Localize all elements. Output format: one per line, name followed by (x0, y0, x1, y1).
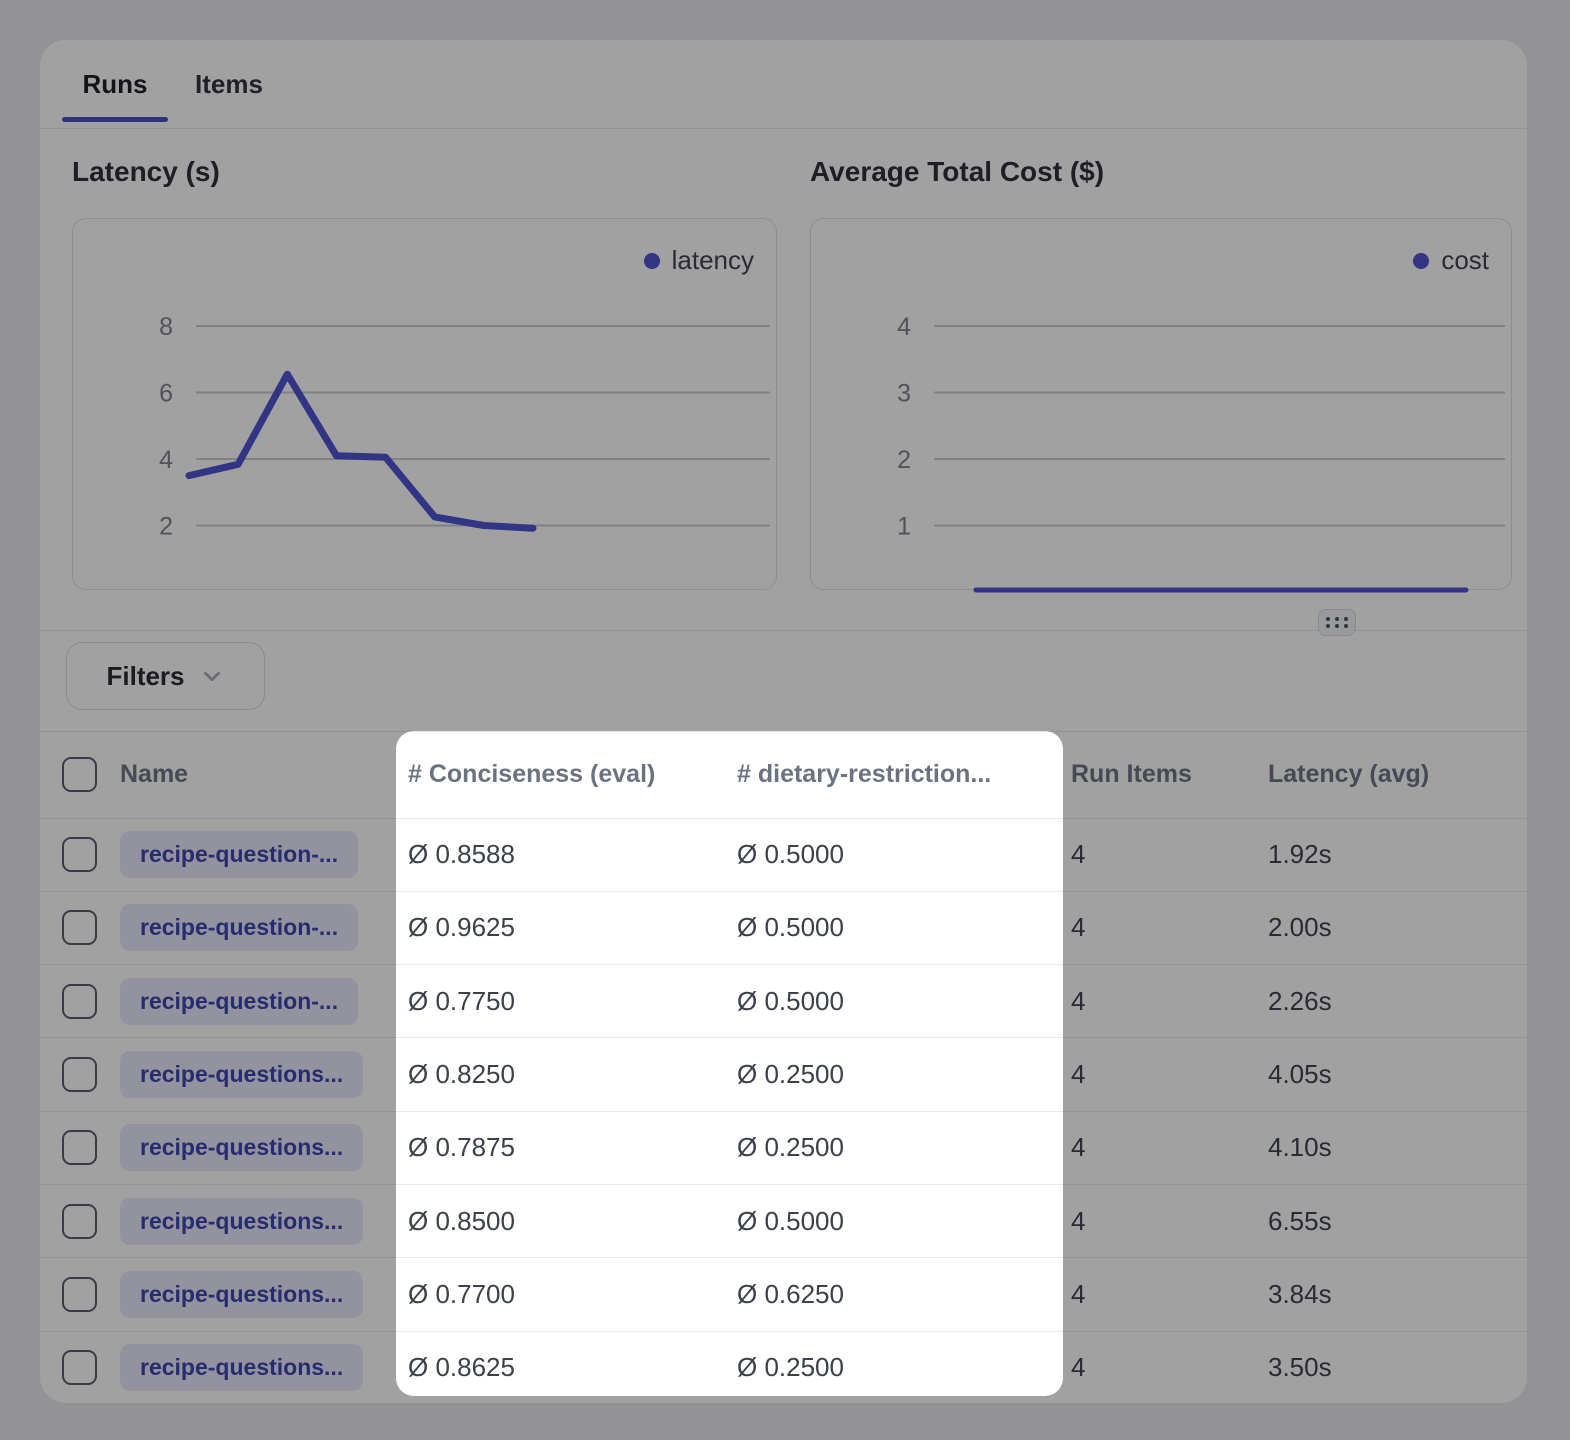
dietary-restriction-value: Ø 0.5000 (737, 819, 844, 891)
dietary-restriction-value: Ø 0.5000 (737, 965, 844, 1037)
chart-svg-cost: 4 3 2 1 (811, 219, 1511, 589)
table-header-row: Name # Conciseness (eval) # dietary-rest… (40, 731, 1527, 818)
table-row[interactable]: recipe-questions... Ø 0.8250 Ø 0.2500 4 4.05… (40, 1037, 1527, 1110)
row-checkbox[interactable] (62, 1350, 97, 1385)
table-body: recipe-question-... Ø 0.8588 Ø 0.5000 4 1.92… (40, 818, 1527, 1404)
run-name-badge[interactable]: recipe-questions... (120, 1051, 363, 1098)
latency-avg-value: 1.92s (1268, 819, 1332, 891)
run-name-badge[interactable]: recipe-questions... (120, 1271, 363, 1318)
latency-avg-value: 2.00s (1268, 892, 1332, 964)
legend-dot-icon (1413, 253, 1429, 269)
screen: Runs Items Latency (s) Average Total Cos… (0, 0, 1570, 1440)
run-name-badge[interactable]: recipe-question-... (120, 831, 358, 878)
svg-text:2: 2 (159, 513, 173, 541)
run-items-value: 4 (1071, 1185, 1085, 1257)
runs-panel-card: Runs Items Latency (s) Average Total Cos… (40, 40, 1527, 1403)
latency-avg-value: 4.05s (1268, 1038, 1332, 1110)
dietary-restriction-value: Ø 0.5000 (737, 1185, 844, 1257)
column-header-latency-avg[interactable]: Latency (avg) (1268, 731, 1429, 818)
latency-legend: latency (644, 245, 754, 276)
filters-button-label: Filters (106, 661, 184, 692)
cost-chart-title: Average Total Cost ($) (810, 156, 1104, 188)
latency-avg-value: 2.26s (1268, 965, 1332, 1037)
conciseness-value: Ø 0.9625 (408, 892, 515, 964)
run-name-badge[interactable]: recipe-questions... (120, 1124, 363, 1171)
dietary-restriction-value: Ø 0.5000 (737, 892, 844, 964)
row-checkbox[interactable] (62, 910, 97, 945)
latency-legend-label: latency (672, 245, 754, 276)
conciseness-value: Ø 0.7700 (408, 1258, 515, 1330)
latency-avg-value: 3.50s (1268, 1332, 1332, 1404)
conciseness-value: Ø 0.8625 (408, 1332, 515, 1404)
latency-chart-title: Latency (s) (72, 156, 220, 188)
svg-text:4: 4 (897, 313, 911, 341)
table-row[interactable]: recipe-questions... Ø 0.8500 Ø 0.5000 4 6.55… (40, 1184, 1527, 1257)
row-checkbox[interactable] (62, 837, 97, 872)
latency-chart-panel: 8 6 4 2 latency (72, 218, 777, 590)
dietary-restriction-value: Ø 0.2500 (737, 1332, 844, 1404)
run-items-value: 4 (1071, 1258, 1085, 1330)
conciseness-value: Ø 0.8588 (408, 819, 515, 891)
run-items-value: 4 (1071, 1112, 1085, 1184)
chevron-down-icon (199, 663, 225, 689)
run-name-badge[interactable]: recipe-question-... (120, 904, 358, 951)
run-items-value: 4 (1071, 965, 1085, 1037)
column-header-conciseness[interactable]: # Conciseness (eval) (408, 731, 655, 818)
svg-text:1: 1 (897, 513, 911, 541)
svg-text:8: 8 (159, 313, 173, 341)
table-row[interactable]: recipe-question-... Ø 0.9625 Ø 0.5000 4 2.00… (40, 891, 1527, 964)
column-header-run-items[interactable]: Run Items (1071, 731, 1192, 818)
svg-text:3: 3 (897, 380, 911, 408)
svg-text:6: 6 (159, 380, 173, 408)
run-items-value: 4 (1071, 819, 1085, 891)
tab-runs-label: Runs (83, 69, 148, 100)
conciseness-value: Ø 0.7750 (408, 965, 515, 1037)
row-checkbox[interactable] (62, 1277, 97, 1312)
table-row[interactable]: recipe-questions... Ø 0.7875 Ø 0.2500 4 4.10… (40, 1111, 1527, 1184)
cost-chart-panel: 4 3 2 1 cost (810, 218, 1512, 590)
conciseness-value: Ø 0.8250 (408, 1038, 515, 1110)
dietary-restriction-value: Ø 0.6250 (737, 1258, 844, 1330)
drag-handle-icon (1326, 617, 1348, 628)
svg-text:4: 4 (159, 446, 173, 474)
table-row[interactable]: recipe-questions... Ø 0.7700 Ø 0.6250 4 3.84… (40, 1257, 1527, 1330)
tab-runs[interactable]: Runs (62, 40, 168, 128)
svg-text:2: 2 (897, 446, 911, 474)
legend-dot-icon (644, 253, 660, 269)
conciseness-value: Ø 0.8500 (408, 1185, 515, 1257)
run-name-badge[interactable]: recipe-questions... (120, 1344, 363, 1391)
run-name-badge[interactable]: recipe-question-... (120, 978, 358, 1025)
cost-legend: cost (1413, 245, 1489, 276)
latency-avg-value: 4.10s (1268, 1112, 1332, 1184)
row-checkbox[interactable] (62, 1204, 97, 1239)
row-checkbox[interactable] (62, 1057, 97, 1092)
row-checkbox[interactable] (62, 984, 97, 1019)
run-items-value: 4 (1071, 892, 1085, 964)
conciseness-value: Ø 0.7875 (408, 1112, 515, 1184)
row-checkbox[interactable] (62, 1130, 97, 1165)
filters-button[interactable]: Filters (66, 642, 265, 710)
section-resize-handle[interactable] (1318, 609, 1356, 636)
dietary-restriction-value: Ø 0.2500 (737, 1038, 844, 1110)
tab-bar: Runs Items (40, 40, 1527, 129)
table-row[interactable]: recipe-question-... Ø 0.8588 Ø 0.5000 4 1.92… (40, 818, 1527, 891)
latency-avg-value: 6.55s (1268, 1185, 1332, 1257)
tab-items-label: Items (195, 69, 263, 100)
filters-row: Filters (40, 630, 1527, 732)
tab-items[interactable]: Items (188, 40, 270, 128)
column-header-name[interactable]: Name (120, 731, 188, 818)
dietary-restriction-value: Ø 0.2500 (737, 1112, 844, 1184)
table-row[interactable]: recipe-questions... Ø 0.8625 Ø 0.2500 4 3.50… (40, 1331, 1527, 1404)
latency-avg-value: 3.84s (1268, 1258, 1332, 1330)
run-items-value: 4 (1071, 1332, 1085, 1404)
cost-legend-label: cost (1441, 245, 1489, 276)
column-header-dietary-restriction[interactable]: # dietary-restriction... (737, 731, 991, 818)
select-all-checkbox[interactable] (62, 757, 97, 792)
table-row[interactable]: recipe-question-... Ø 0.7750 Ø 0.5000 4 2.26… (40, 964, 1527, 1037)
run-name-badge[interactable]: recipe-questions... (120, 1198, 363, 1245)
runs-table: Name # Conciseness (eval) # dietary-rest… (40, 731, 1527, 1404)
run-items-value: 4 (1071, 1038, 1085, 1110)
charts-section: Latency (s) Average Total Cost ($) 8 6 4 2 … (40, 128, 1527, 631)
